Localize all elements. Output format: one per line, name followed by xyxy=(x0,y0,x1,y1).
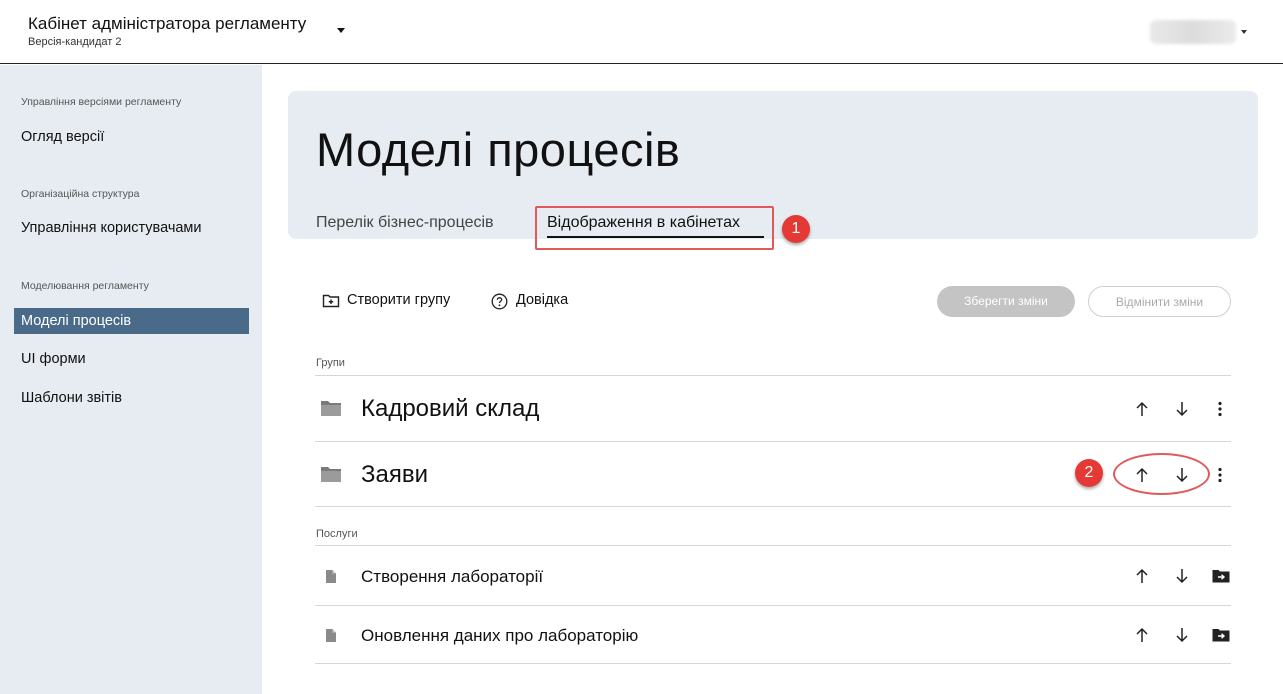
sidebar-item-version-overview[interactable]: Огляд версії xyxy=(14,124,249,150)
sidebar-section-modeling: Моделювання регламенту xyxy=(21,280,149,292)
move-to-folder-icon[interactable] xyxy=(1212,628,1230,647)
sidebar-section-org-structure: Організаційна структура xyxy=(21,188,140,200)
sidebar-section-version-management: Управління версіями регламенту xyxy=(21,96,182,108)
page-title: Моделі процесів xyxy=(316,123,681,176)
create-folder-icon[interactable] xyxy=(322,293,340,313)
annotation-badge-2: 2 xyxy=(1075,459,1103,487)
app-header: Кабінет адміністратора регламенту Версія… xyxy=(0,0,1283,64)
divider xyxy=(315,375,1231,376)
groups-section-label: Групи xyxy=(316,357,345,369)
more-vertical-icon[interactable] xyxy=(1216,467,1224,488)
tab-business-processes-list[interactable]: Перелік бізнес-процесів xyxy=(316,214,494,232)
divider xyxy=(315,441,1231,442)
app-title[interactable]: Кабінет адміністратора регламенту xyxy=(28,14,306,34)
sidebar-item-process-models[interactable]: Моделі процесів xyxy=(14,308,249,334)
service-title[interactable]: Оновлення даних про лабораторію xyxy=(361,626,638,646)
group-title[interactable]: Заяви xyxy=(361,461,428,489)
services-section-label: Послуги xyxy=(316,528,358,540)
version-dropdown-caret-icon[interactable] xyxy=(337,28,345,33)
divider xyxy=(315,605,1231,606)
app-version-subtitle: Версія-кандидат 2 xyxy=(28,36,122,48)
arrow-up-icon[interactable] xyxy=(1135,568,1149,589)
arrow-down-icon[interactable] xyxy=(1175,401,1189,422)
arrow-down-icon[interactable] xyxy=(1175,627,1189,648)
sidebar-item-report-templates[interactable]: Шаблони звітів xyxy=(14,385,249,411)
annotation-highlight-rect xyxy=(535,206,774,250)
group-title[interactable]: Кадровий склад xyxy=(361,395,539,423)
file-icon xyxy=(325,569,337,589)
divider xyxy=(315,506,1231,507)
create-group-button[interactable]: Створити групу xyxy=(347,292,450,308)
arrow-up-icon[interactable] xyxy=(1135,627,1149,648)
help-circle-icon[interactable] xyxy=(491,293,508,315)
service-title[interactable]: Створення лабораторії xyxy=(361,567,543,587)
sidebar-item-user-management[interactable]: Управління користувачами xyxy=(14,215,249,241)
arrow-up-icon[interactable] xyxy=(1135,401,1149,422)
annotation-badge-1: 1 xyxy=(782,215,810,243)
user-menu-caret-icon[interactable] xyxy=(1241,30,1247,34)
sidebar-item-ui-forms[interactable]: UI форми xyxy=(14,346,249,372)
folder-icon xyxy=(320,465,342,488)
divider xyxy=(315,663,1231,664)
user-menu-avatar[interactable] xyxy=(1150,20,1236,44)
divider xyxy=(315,545,1231,546)
folder-icon xyxy=(320,399,342,422)
arrow-down-icon[interactable] xyxy=(1175,568,1189,589)
annotation-highlight-ellipse xyxy=(1113,453,1210,495)
sidebar xyxy=(0,65,262,694)
move-to-folder-icon[interactable] xyxy=(1212,569,1230,588)
file-icon xyxy=(325,628,337,648)
help-button[interactable]: Довідка xyxy=(516,292,568,308)
cancel-changes-button[interactable]: Відмінити зміни xyxy=(1088,286,1231,317)
save-changes-button[interactable]: Зберегти зміни xyxy=(937,286,1075,317)
more-vertical-icon[interactable] xyxy=(1216,401,1224,422)
